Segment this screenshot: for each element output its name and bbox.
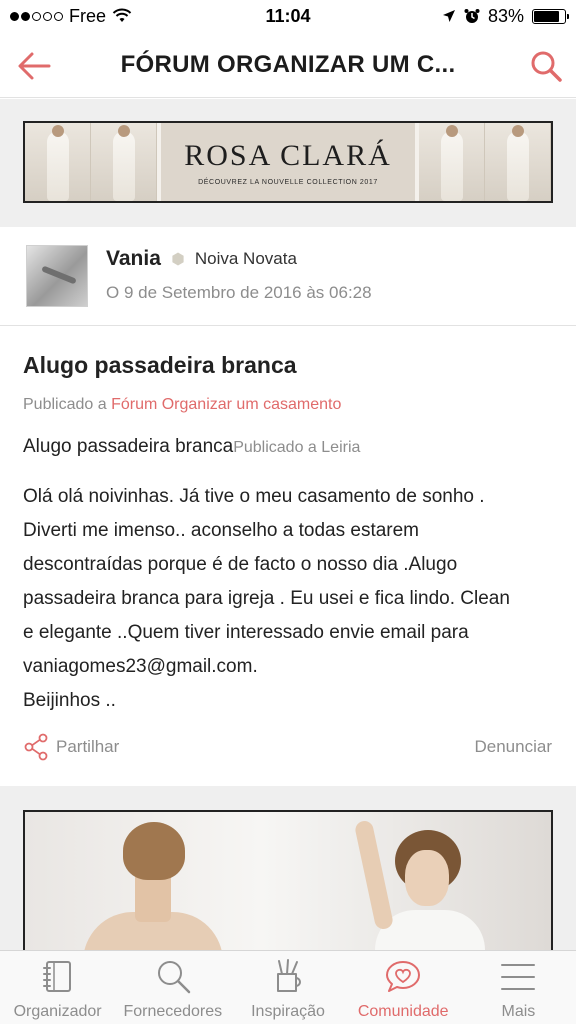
status-bar: Free 11:04 83% [0,0,576,32]
published-prefix: Publicado a [23,396,112,413]
author-row: Vania Noiva Novata [106,247,297,271]
tab-organizador[interactable]: Organizador [0,951,115,1024]
tab-label: Comunidade [357,1003,449,1020]
signal-strength-icon [10,11,63,21]
location-prefix: Publicado a [233,439,322,456]
rank-badge-icon [172,252,184,266]
carrier-label: Free [69,5,107,26]
ad-photo-bride [25,123,91,201]
post-body-line: passadeira branca para igreja . Eu usei … [23,588,510,609]
post-date: O 9 de Setembro de 2016 às 06:28 [106,283,372,302]
ad-photo-bride [91,123,157,201]
post-body-line: descontraídas porque é de facto o nosso … [23,554,458,575]
ad-model-portrait [353,819,485,950]
status-left: Free [10,6,132,27]
page-title: FÓRUM ORGANIZAR UM C... [120,50,456,78]
post-body-line: Beijinhos .. [23,690,116,711]
ad-photo-bride [419,123,485,201]
share-label: Partilhar [56,737,120,756]
post-subtitle-line: Alugo passadeira brancaPublicado a Leiri… [23,436,360,458]
post-body-line: vaniagomes23@gmail.com. [23,656,258,677]
search-icon [157,961,191,994]
ad-banner-bridal-photo[interactable] [23,810,553,950]
tab-fornecedores[interactable]: Fornecedores [115,951,230,1024]
author-rank: Noiva Novata [194,249,297,268]
location-link[interactable]: Leiria [321,439,360,456]
forum-link[interactable]: Fórum Organizar um casamento [111,396,341,413]
post-subtitle: Alugo passadeira branca [23,436,234,457]
post-body-line: Olá olá noivinhas. Já tive o meu casamen… [23,486,485,507]
report-button[interactable]: Denunciar [475,737,553,757]
tab-inspiracao[interactable]: Inspiração [230,951,345,1024]
tab-label: Mais [501,1003,536,1020]
wifi-icon [112,8,132,22]
arrow-left-icon [18,52,51,80]
battery-icon [532,8,569,24]
status-right: 83% [442,5,569,27]
post-body: Olá olá noivinhas. Já tive o meu casamen… [23,480,553,718]
battery-percent: 83% [487,5,524,26]
ad-section-bottom [0,786,576,950]
ad-model-back-view [83,822,223,950]
alarm-clock-icon [464,9,480,23]
author-name[interactable]: Vania [106,247,161,271]
share-icon [24,733,48,761]
tab-label: Inspiração [251,1003,325,1020]
published-in-line: Publicado a Fórum Organizar um casamento [23,396,341,414]
post-title: Alugo passadeira branca [23,352,297,378]
tab-label: Fornecedores [123,1003,223,1020]
menu-icon [501,964,536,990]
pencil-cup-icon [277,959,301,992]
ad-brand-name: ROSA CLARÁ [184,138,392,172]
top-nav-bar: FÓRUM ORGANIZAR UM C... [0,32,576,98]
search-button[interactable] [524,44,568,88]
ad-photo-bride [485,123,551,201]
ad-banner-rosa-clara[interactable]: ROSA CLARÁ DÉCOUVREZ LA NOUVELLE COLLECT… [23,121,553,203]
ad-tagline: DÉCOUVREZ LA NOUVELLE COLLECTION 2017 [198,178,378,186]
post-body-line: Diverti me imenso.. aconselho a todas es… [23,520,420,541]
avatar[interactable] [26,245,88,307]
bottom-tab-bar: Organizador Fornecedores Inspiração Comu… [0,950,576,1024]
share-button[interactable]: Partilhar [24,733,119,761]
tab-label: Organizador [13,1003,102,1020]
ad-section-top: ROSA CLARÁ DÉCOUVREZ LA NOUVELLE COLLECT… [0,99,576,227]
post-author-section: Vania Noiva Novata O 9 de Setembro de 20… [0,227,576,326]
ad-brand-panel: ROSA CLARÁ DÉCOUVREZ LA NOUVELLE COLLECT… [161,123,415,201]
tab-comunidade[interactable]: Comunidade [346,951,461,1024]
location-arrow-icon [442,10,455,22]
battery-level [534,10,559,22]
tab-mais[interactable]: Mais [461,951,576,1024]
back-button[interactable] [12,44,56,88]
search-icon [531,51,562,82]
heart-bubble-icon [386,961,421,992]
post-body-line: e elegante ..Quem tiver interessado envi… [23,622,469,643]
notebook-icon [42,961,71,992]
